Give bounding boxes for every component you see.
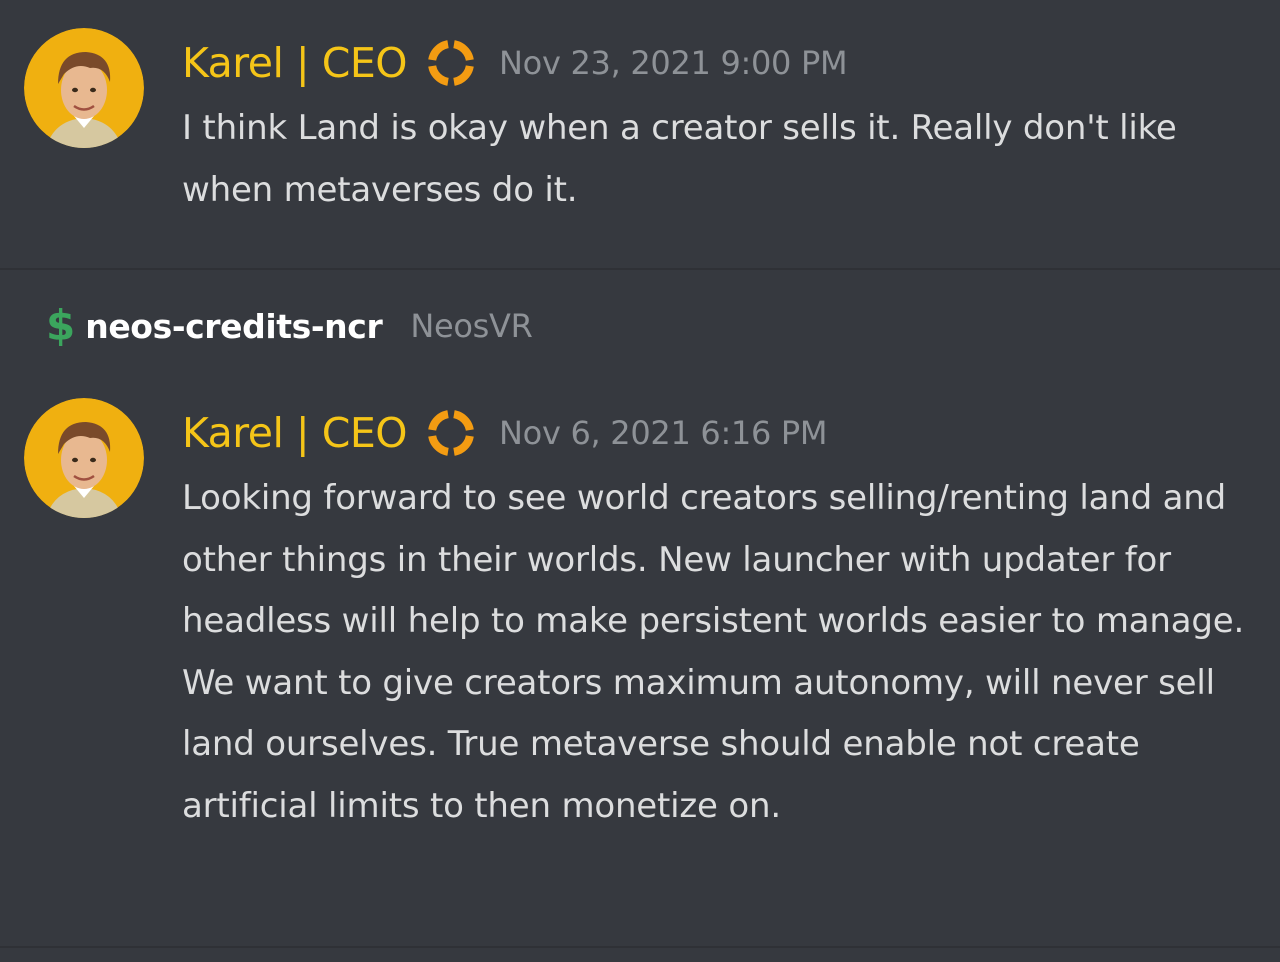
divider	[0, 946, 1280, 948]
channel-name[interactable]: neos-credits-ncr	[85, 307, 382, 346]
avatar[interactable]	[24, 398, 144, 518]
timestamp: Nov 6, 2021 6:16 PM	[499, 414, 828, 452]
username[interactable]: Karel | CEO	[182, 409, 408, 457]
message-text: I think Land is okay when a creator sell…	[182, 108, 1177, 210]
lifebuoy-badge-icon	[427, 39, 476, 87]
timestamp: Nov 23, 2021 9:00 PM	[499, 44, 848, 82]
message-text: Looking forward to see world creators se…	[182, 478, 1245, 826]
channel-header: $ neos-credits-ncr NeosVR	[46, 300, 533, 352]
lifebuoy-badge-icon	[427, 409, 476, 457]
message-header: Karel | CEO Nov 23, 2021 9:00 PM	[182, 35, 848, 91]
chat-view: Karel | CEO Nov 23, 2021 9:00 PM I think…	[0, 0, 1280, 962]
server-name[interactable]: NeosVR	[410, 307, 533, 345]
avatar-image	[24, 398, 144, 518]
username[interactable]: Karel | CEO	[182, 39, 408, 87]
avatar[interactable]	[24, 28, 144, 148]
dollar-icon: $	[46, 301, 76, 350]
message-header: Karel | CEO Nov 6, 2021 6:16 PM	[182, 405, 828, 461]
divider	[0, 268, 1280, 270]
avatar-image	[24, 28, 144, 148]
